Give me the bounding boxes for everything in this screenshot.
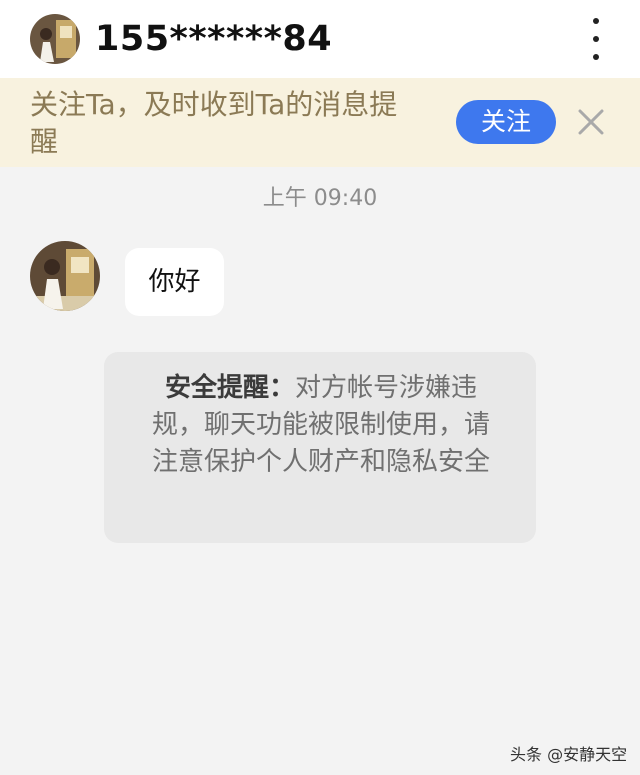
header-avatar[interactable] — [30, 14, 80, 64]
follow-button[interactable]: 关注 — [456, 100, 556, 144]
safety-notice-text: 安全提醒：对方帐号涉嫌违规，聊天功能被限制使用，请注意保护个人财产和隐私安全 — [144, 370, 498, 481]
more-vertical-icon[interactable] — [582, 18, 610, 60]
message-timestamp: 上午 09:40 — [262, 186, 378, 211]
message-bubble[interactable]: 你好 — [125, 248, 224, 316]
safety-notice-label: 安全提醒： — [164, 373, 295, 403]
chat-header: 155******84 — [0, 0, 640, 78]
close-icon[interactable] — [575, 106, 607, 138]
contact-title: 155******84 — [95, 19, 333, 59]
safety-notice: 安全提醒：对方帐号涉嫌违规，聊天功能被限制使用，请注意保护个人财产和隐私安全 — [104, 352, 536, 543]
watermark: 头条 @安静天空 — [510, 745, 628, 764]
sender-avatar[interactable] — [30, 241, 100, 311]
follow-banner-text: 关注Ta，及时收到Ta的消息提醒 — [30, 88, 398, 158]
